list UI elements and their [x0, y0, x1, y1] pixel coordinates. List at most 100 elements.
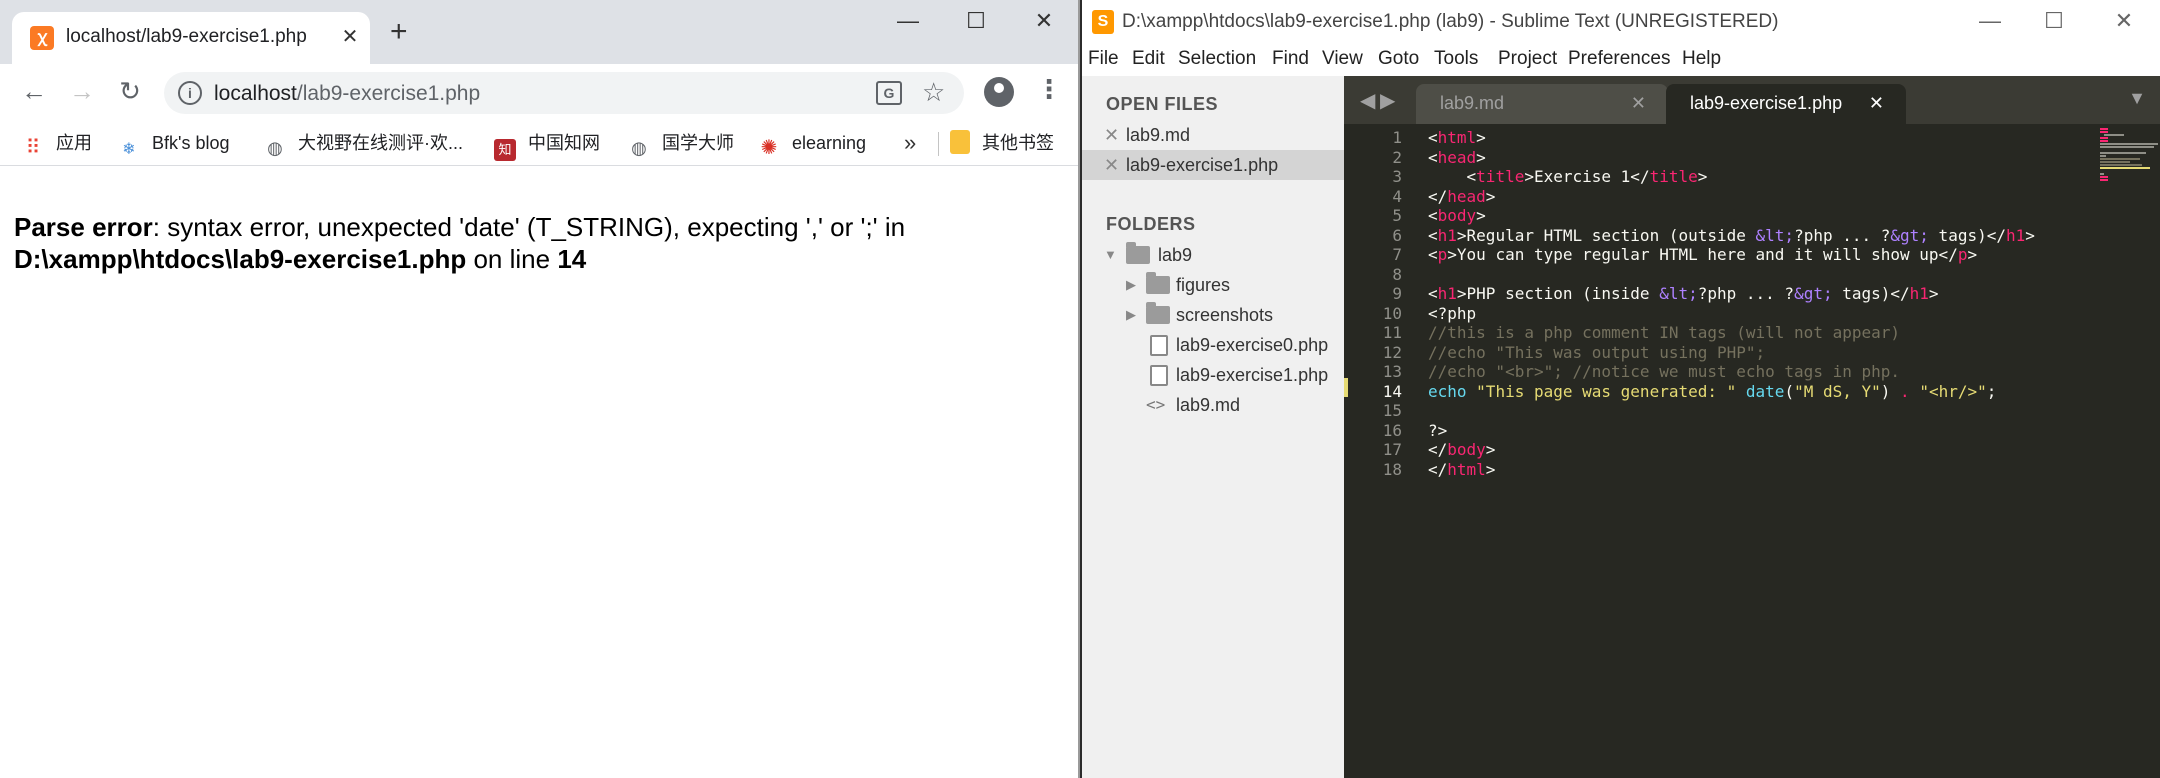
tab-bar: ◀ ▶ lab9.md ✕ lab9-exercise1.php ✕ ▼	[1344, 76, 2160, 124]
folder-icon	[1126, 242, 1150, 264]
bookmark-label: 应用	[56, 133, 92, 153]
address-bar[interactable]: i localhost/lab9-exercise1.php G ☆	[164, 72, 964, 114]
line-number: 9	[1392, 284, 1402, 303]
maximize-button[interactable]: ☐	[2034, 8, 2074, 34]
file-item[interactable]: lab9-exercise0.php	[1082, 330, 1344, 360]
bookmark-label: 大视野在线测评·欢...	[298, 133, 463, 153]
open-file-item[interactable]: ✕ lab9.md	[1082, 120, 1344, 150]
bookmark-guoxue[interactable]: ◍ 国学大师	[628, 129, 734, 158]
browser-tab[interactable]: ꭓ localhost/lab9-exercise1.php ✕	[12, 12, 370, 64]
close-icon[interactable]: ✕	[338, 24, 362, 49]
forward-button[interactable]: →	[64, 76, 100, 106]
tab-next-icon[interactable]: ▶	[1380, 88, 1395, 113]
close-window-button[interactable]: ✕	[2104, 8, 2144, 34]
open-file-name: lab9.md	[1126, 125, 1191, 145]
line-number: 2	[1392, 147, 1402, 167]
line-number: 13	[1382, 362, 1402, 381]
folder-icon	[1146, 272, 1170, 294]
tab-label: lab9-exercise1.php	[1690, 93, 1843, 113]
code-line: <?php	[1428, 303, 1477, 323]
bookmark-cnki[interactable]: 知中国知网	[494, 129, 600, 161]
bookmark-label: elearning	[792, 133, 867, 153]
bookmark-dashiye[interactable]: ◍ 大视野在线测评·欢...	[264, 129, 463, 158]
bookmarks-divider	[938, 132, 939, 156]
tab-lab9-exercise1[interactable]: lab9-exercise1.php ✕	[1666, 84, 1906, 124]
minimize-button[interactable]: —	[888, 8, 928, 34]
line-number: 1	[1392, 128, 1402, 147]
menu-project[interactable]: Project	[1498, 48, 1557, 70]
cnki-icon: 知	[494, 139, 516, 161]
chrome-window: ꭓ localhost/lab9-exercise1.php ✕ + — ☐ ✕…	[0, 0, 1080, 778]
new-tab-button[interactable]: +	[390, 17, 408, 47]
line-number: 18	[1382, 459, 1402, 479]
line-number: 16	[1382, 420, 1402, 440]
menu-edit[interactable]: Edit	[1132, 48, 1165, 70]
php-parse-error: Parse error: syntax error, unexpected 'd…	[14, 211, 1064, 275]
code-line: <p>You can type regular HTML here and it…	[1428, 245, 1978, 264]
chevron-down-icon[interactable]: ▼	[1104, 240, 1117, 270]
globe-icon: ◍	[631, 138, 647, 158]
reload-button[interactable]: ↻	[112, 76, 148, 106]
folder-item-lab9[interactable]: ▼ lab9	[1082, 240, 1344, 270]
chevron-right-icon[interactable]: ▶	[1126, 300, 1136, 330]
menu-tools[interactable]: Tools	[1434, 48, 1478, 70]
code-editor[interactable]: 1 2 3 4 5 6 7 8 9 10 11 12 13 14 15 16 1…	[1344, 124, 2160, 778]
bookmarks-more-button[interactable]: »	[904, 129, 916, 157]
code-line: <title>Exercise 1</title>	[1428, 167, 1708, 186]
menu-preferences[interactable]: Preferences	[1568, 48, 1670, 70]
file-item[interactable]: lab9-exercise1.php	[1082, 360, 1344, 390]
translate-icon[interactable]: G	[876, 81, 902, 105]
code-line: ?>	[1428, 420, 1448, 440]
close-icon[interactable]: ✕	[1104, 120, 1119, 150]
close-icon[interactable]: ✕	[1104, 150, 1119, 180]
bookmark-elearning[interactable]: ✺ elearning	[758, 129, 867, 159]
folder-item-figures[interactable]: ▶ figures	[1082, 270, 1344, 300]
sublime-window: S D:\xampp\htdocs\lab9-exercise1.php (la…	[1082, 0, 2160, 778]
menu-file[interactable]: File	[1088, 48, 1119, 70]
chevron-down-icon[interactable]: ▼	[2128, 88, 2146, 109]
code-line: </body>	[1428, 440, 1496, 459]
code-line: //echo "<br>"; //notice we must echo tag…	[1428, 362, 1901, 381]
menu-help[interactable]: Help	[1682, 48, 1721, 70]
menu-goto[interactable]: Goto	[1378, 48, 1419, 70]
folder-name: figures	[1176, 275, 1231, 295]
tab-lab9-md[interactable]: lab9.md ✕	[1416, 84, 1668, 124]
folder-item-screenshots[interactable]: ▶ screenshots	[1082, 300, 1344, 330]
line-number: 4	[1392, 186, 1402, 206]
code-line-current: echo "This page was generated: " date("M…	[1428, 381, 1997, 401]
minimize-button[interactable]: —	[1970, 8, 2010, 34]
line-number: 7	[1392, 245, 1402, 264]
folder-icon	[1146, 302, 1170, 324]
folders-header: FOLDERS	[1106, 214, 1196, 234]
bookmark-apps[interactable]: ⠿ 应用	[22, 129, 92, 159]
open-file-name: lab9-exercise1.php	[1126, 155, 1279, 175]
maximize-button[interactable]: ☐	[956, 8, 996, 34]
star-icon[interactable]: ☆	[922, 77, 945, 108]
close-window-button[interactable]: ✕	[1024, 8, 1064, 34]
chevron-right-icon[interactable]: ▶	[1126, 270, 1136, 300]
folder-icon	[950, 130, 970, 154]
bookmark-bfk-blog[interactable]: ❄ Bfk's blog	[118, 129, 229, 158]
info-icon[interactable]: i	[178, 81, 202, 105]
minimap[interactable]	[2100, 128, 2160, 188]
profile-avatar[interactable]	[984, 77, 1014, 107]
tab-prev-icon[interactable]: ◀	[1360, 88, 1375, 113]
menu-selection[interactable]: Selection	[1178, 48, 1256, 70]
menu-find[interactable]: Find	[1272, 48, 1309, 70]
line-number: 11	[1382, 323, 1402, 342]
bookmark-other[interactable]: 其他书签	[950, 129, 1054, 157]
menu-view[interactable]: View	[1322, 48, 1363, 70]
code-line: </html>	[1428, 459, 1496, 479]
close-icon[interactable]: ✕	[1631, 84, 1646, 122]
line-number: 17	[1382, 440, 1402, 459]
chrome-titlebar: ꭓ localhost/lab9-exercise1.php ✕ + — ☐ ✕	[0, 0, 1078, 64]
error-message: : syntax error, unexpected 'date' (T_STR…	[152, 212, 906, 242]
code-line: </head>	[1428, 186, 1496, 206]
file-name: lab9.md	[1176, 395, 1241, 415]
close-icon[interactable]: ✕	[1869, 84, 1884, 122]
open-file-item[interactable]: ✕ lab9-exercise1.php	[1082, 150, 1344, 180]
back-button[interactable]: ←	[16, 76, 52, 106]
chrome-menu-button[interactable]: ⋮	[1036, 74, 1062, 104]
file-icon	[1150, 365, 1168, 386]
file-item[interactable]: <> lab9.md	[1082, 390, 1344, 420]
